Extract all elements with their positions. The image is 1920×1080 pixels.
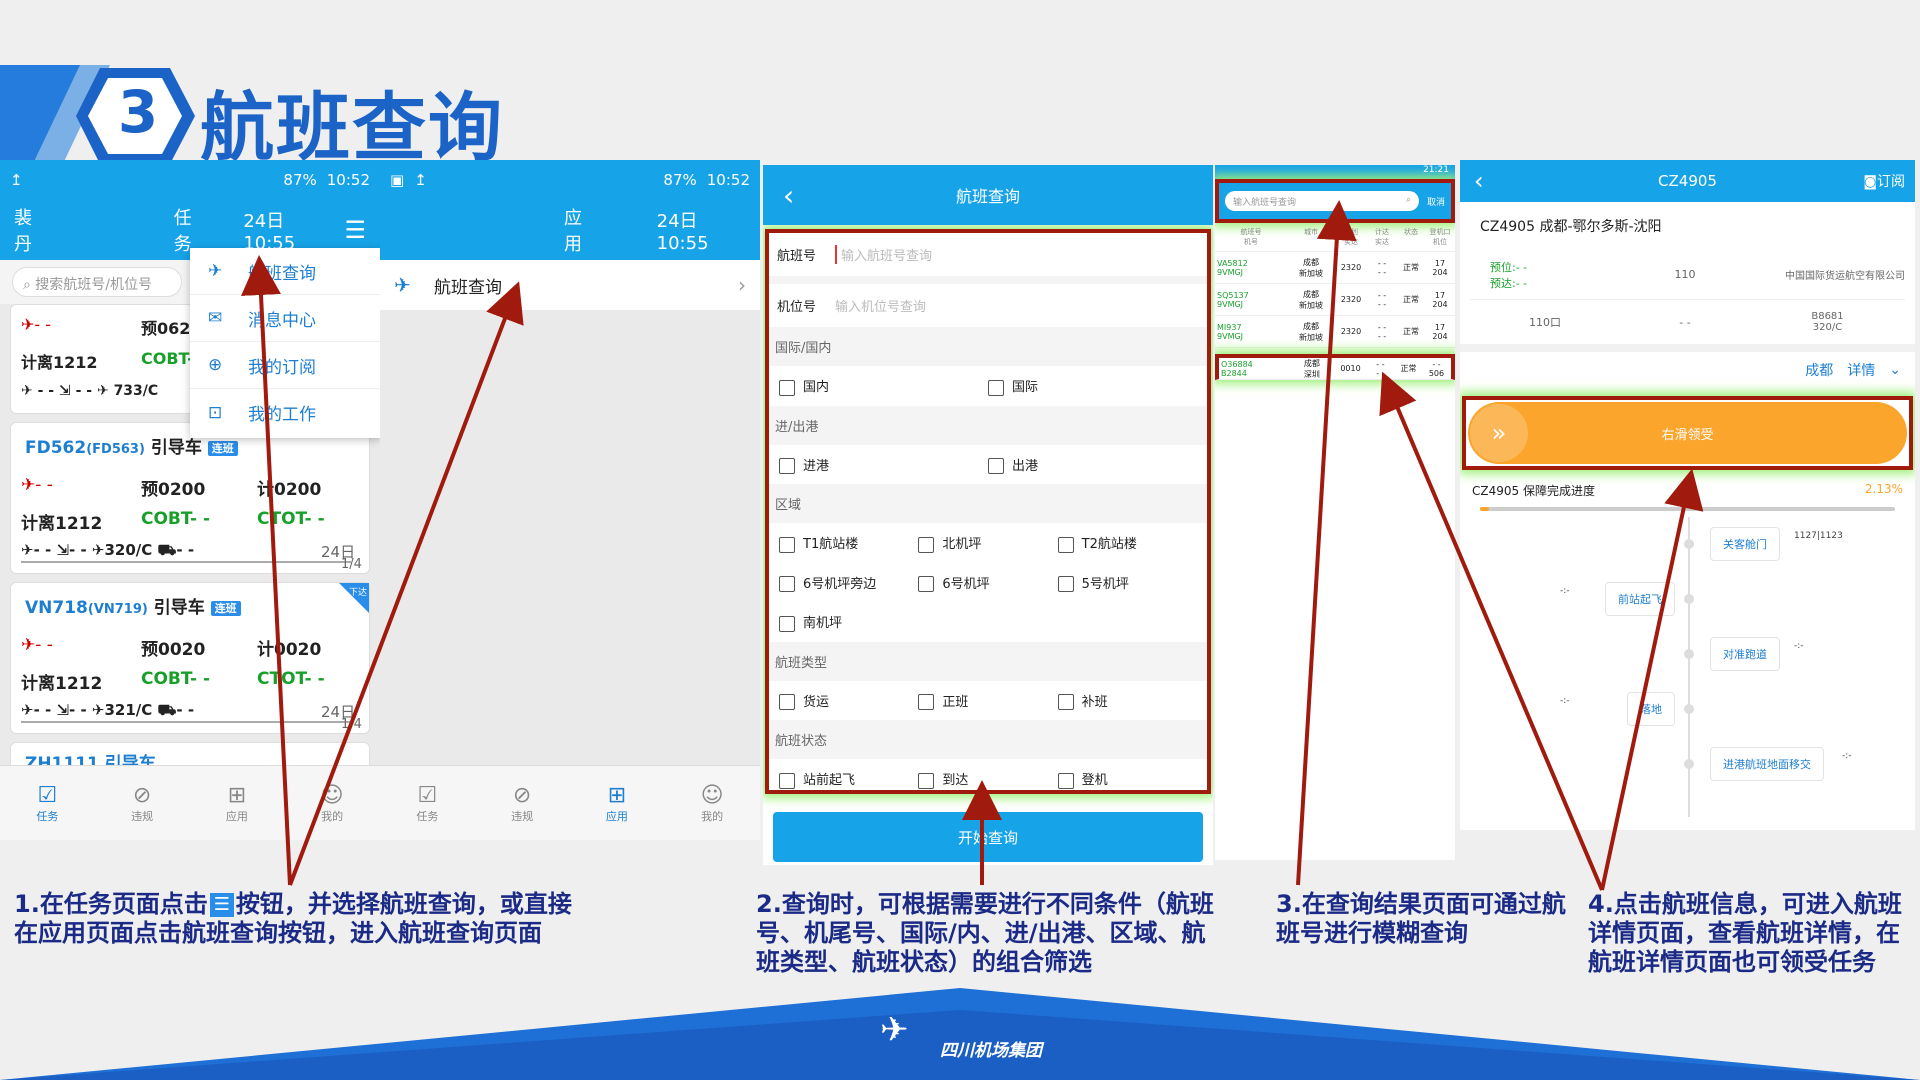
menu-icon: ☰ <box>209 893 234 917</box>
caption-2: 2.查询时，可根据需要进行不同条件（航班号、机尾号、国际/内、进/出港、区域、航… <box>756 890 1214 976</box>
footer-band <box>0 988 1920 1080</box>
caption-4: 4.点击航班信息，可进入航班详情页面，查看航班详情，在航班详情页面也可领受任务 <box>1588 890 1902 976</box>
logo-icon: ✈ <box>880 1010 909 1050</box>
caption-1-part-a: 1.在任务页面点击 <box>14 890 208 918</box>
caption-1: 1.在任务页面点击 ☰ 按钮，并选择航班查询，或直接在应用页面点击航班查询按钮，进入… <box>14 890 574 948</box>
caption-3: 3.在查询结果页面可通过航班号进行模糊查询 <box>1276 890 1566 947</box>
footer-logo-text: 四川机场集团 <box>940 1041 1042 1061</box>
